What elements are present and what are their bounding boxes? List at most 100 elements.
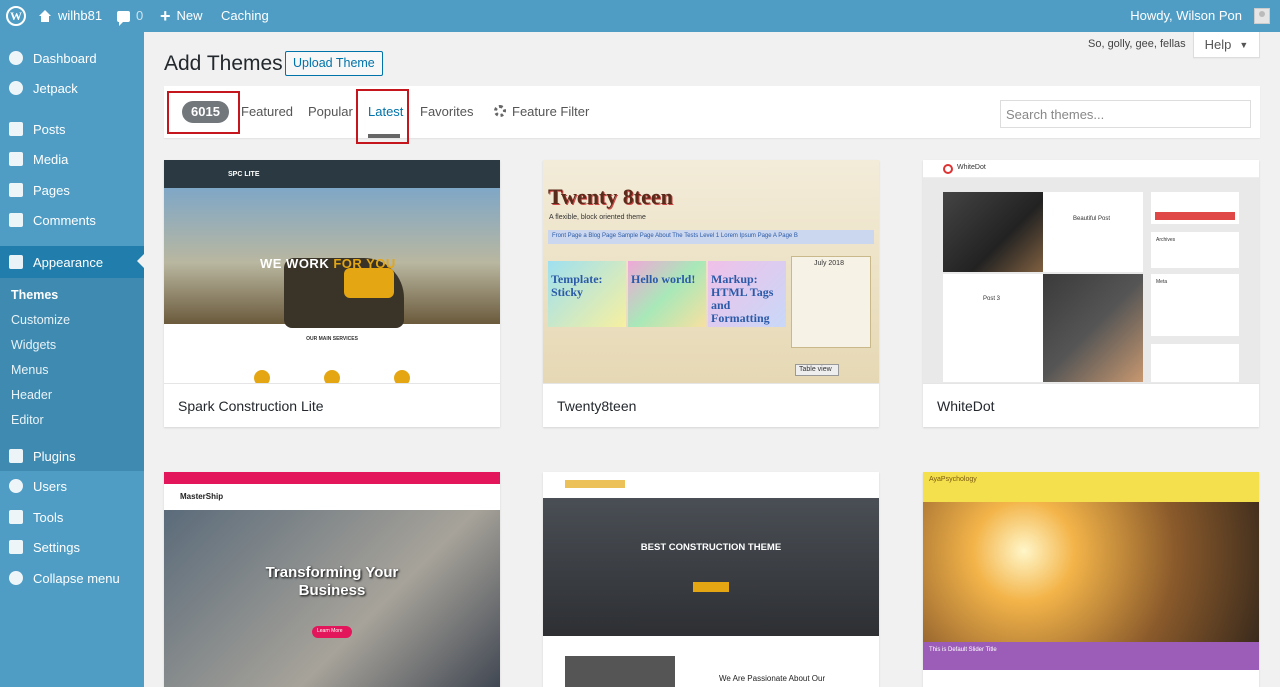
theme-card-creativ-construction[interactable]: BEST CONSTRUCTION THEME We Are Passionat… <box>543 472 879 687</box>
sidebar-item-label: Collapse menu <box>33 570 120 586</box>
sidebar-item-label: Settings <box>33 539 80 555</box>
calendar-title: July 2018 <box>814 260 844 267</box>
caching-link[interactable]: Caching <box>221 0 269 32</box>
preview-button: Learn More <box>312 626 352 638</box>
theme-screenshot[interactable]: AyaPsychology This is Default Slider Tit… <box>923 472 1259 687</box>
theme-card-ayapsychology[interactable]: AyaPsychology This is Default Slider Tit… <box>923 472 1259 687</box>
theme-screenshot[interactable]: BEST CONSTRUCTION THEME We Are Passionat… <box>543 472 879 687</box>
preview-logo: MasterShip <box>180 492 224 501</box>
submenu-item-widgets[interactable]: Widgets <box>11 338 56 352</box>
wordpress-logo-icon[interactable]: W <box>6 6 26 26</box>
preview-lower-text: We Are Passionate About Our <box>719 674 826 683</box>
submenu-item-menus[interactable]: Menus <box>11 363 49 377</box>
account-link[interactable]: Howdy, Wilson Pon <box>1130 0 1242 32</box>
search-themes-input[interactable] <box>1000 100 1251 128</box>
settings-icon <box>9 540 23 554</box>
sidebar-item-plugins[interactable]: Plugins <box>0 441 144 471</box>
preview-button-label: Learn More <box>317 628 343 634</box>
sidebar-item-label: Jetpack <box>33 80 78 96</box>
sidebar-item-label: Dashboard <box>33 50 97 66</box>
preview-hero <box>543 498 879 636</box>
upload-theme-button[interactable]: Upload Theme <box>285 51 383 76</box>
tab-featured[interactable]: Featured <box>241 104 293 119</box>
table-view-button: Table view <box>795 364 839 376</box>
help-button[interactable]: Help ▼ <box>1193 32 1260 58</box>
new-content-link[interactable]: + New <box>160 0 203 32</box>
preview-post-title: Hello world! <box>631 272 696 286</box>
avatar[interactable] <box>1254 8 1270 24</box>
sidebar-item-posts[interactable]: Posts <box>0 114 144 144</box>
sidebar-item-media[interactable]: Media <box>0 144 144 174</box>
preview-logo: AyaPsychology <box>929 476 977 483</box>
sidebar-item-comments[interactable]: Comments <box>0 205 144 235</box>
sidebar-item-label: Media <box>33 151 69 167</box>
theme-name: Twenty8teen <box>543 383 879 427</box>
users-icon <box>9 479 23 493</box>
comment-bubble-icon <box>117 10 130 26</box>
theme-name: Spark Construction Lite <box>164 383 500 427</box>
sidebar-item-appearance[interactable]: Appearance <box>0 246 144 278</box>
sidebar-item-label: Users <box>33 478 67 494</box>
preview-image <box>943 192 1043 272</box>
theme-name: WhiteDot <box>923 383 1259 427</box>
theme-screenshot[interactable]: SPC LITE WE WORK FOR YOU OUR MAIN SERVIC… <box>164 160 500 383</box>
preview-hero-text: WE WORK FOR YOU <box>260 256 396 271</box>
preview-meta-box: Meta <box>1151 274 1239 336</box>
theme-card-whitedot[interactable]: WhiteDot Beautiful Post Archives Post 3 … <box>923 160 1259 427</box>
admin-bar: W wilhb81 0 + New Caching Howdy, Wilson … <box>0 0 1280 32</box>
submenu-item-editor[interactable]: Editor <box>11 413 44 427</box>
sidebar-item-tools[interactable]: Tools <box>0 502 144 532</box>
submenu-item-header[interactable]: Header <box>11 388 52 402</box>
sidebar-item-jetpack[interactable]: Jetpack <box>0 73 144 103</box>
home-icon <box>38 10 52 22</box>
jetpack-icon <box>9 81 23 95</box>
sidebar-item-label: Posts <box>33 121 66 137</box>
sidebar-item-settings[interactable]: Settings <box>0 532 144 562</box>
paintbrush-icon <box>9 255 23 269</box>
site-home-link[interactable]: wilhb81 <box>38 0 102 32</box>
collapse-menu-button[interactable]: Collapse menu <box>0 563 144 593</box>
theme-screenshot[interactable]: MasterShip Transforming Your Business Le… <box>164 472 500 687</box>
admin-sidebar: Dashboard Jetpack Posts Media Pages Comm… <box>0 32 144 687</box>
theme-card-mastership[interactable]: MasterShip Transforming Your Business Le… <box>164 472 500 687</box>
preview-nav: MasterShip <box>164 484 500 510</box>
submenu-item-themes[interactable]: Themes <box>11 288 58 302</box>
sidebar-item-label: Plugins <box>33 448 76 464</box>
preview-post-title: Markup: HTML Tags and Formatting <box>711 272 774 325</box>
submenu-item-customize[interactable]: Customize <box>11 313 70 327</box>
preview-title: Twenty 8teen <box>548 184 673 209</box>
theme-card-twenty8teen[interactable]: Twenty 8teen A flexible, block oriented … <box>543 160 879 427</box>
caching-label: Caching <box>221 8 269 23</box>
highlight-box-count <box>167 91 240 134</box>
theme-screenshot[interactable]: Twenty 8teen A flexible, block oriented … <box>543 160 879 383</box>
preview-top-bar <box>164 472 500 484</box>
service-dot-icon <box>254 370 270 383</box>
service-dot-icon <box>394 370 410 383</box>
sidebar-item-dashboard[interactable]: Dashboard <box>0 43 144 73</box>
sidebar-item-users[interactable]: Users <box>0 471 144 501</box>
preview-post-title: Beautiful Post <box>1073 216 1111 222</box>
dashboard-icon <box>9 51 23 65</box>
preview-section-title: OUR MAIN SERVICES <box>306 336 358 342</box>
comments-icon <box>9 213 23 227</box>
preview-logo-shape <box>565 480 625 488</box>
theme-screenshot[interactable]: WhiteDot Beautiful Post Archives Post 3 … <box>923 160 1259 383</box>
preview-nav-text: Front Page a Blog Page Sample Page About… <box>552 233 798 239</box>
site-name: wilhb81 <box>58 8 103 23</box>
sidebar-item-pages[interactable]: Pages <box>0 175 144 205</box>
tab-favorites[interactable]: Favorites <box>420 104 473 119</box>
comments-link[interactable]: 0 <box>117 0 143 32</box>
preview-post-title: Template: Sticky <box>551 272 603 299</box>
preview-tagline: A flexible, block oriented theme <box>549 214 646 221</box>
theme-card-spark-construction-lite[interactable]: SPC LITE WE WORK FOR YOU OUR MAIN SERVIC… <box>164 160 500 427</box>
hero-text-accent: FOR YOU <box>333 256 396 271</box>
preview-button <box>693 582 729 592</box>
plugin-icon <box>9 449 23 463</box>
tab-popular[interactable]: Popular <box>308 104 353 119</box>
highlight-box-latest <box>356 89 409 144</box>
preview-post-card: Markup: HTML Tags and Formatting <box>708 261 786 327</box>
tab-feature-filter[interactable]: Feature Filter <box>494 104 589 119</box>
feature-filter-label: Feature Filter <box>512 104 590 119</box>
plus-icon: + <box>160 6 171 26</box>
preview-widget-box <box>1151 344 1239 382</box>
